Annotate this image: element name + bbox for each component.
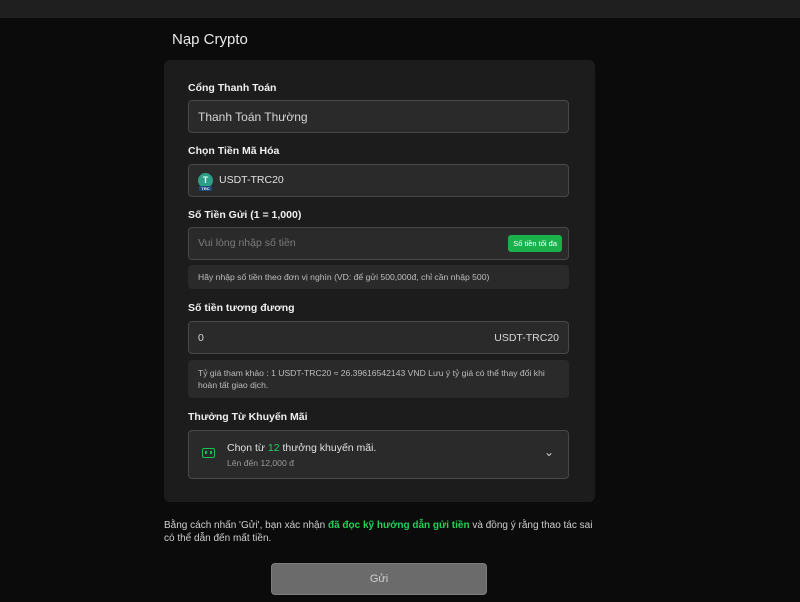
promo-text: Chọn từ 12 thưởng khuyến mãi. <box>227 442 377 454</box>
equivalent-currency: USDT-TRC20 <box>494 332 559 344</box>
exchange-rate-note: Tỷ giá tham khảo : 1 USDT-TRC20 ≈ 26.396… <box>188 360 569 398</box>
gateway-label: Cổng Thanh Toán <box>188 82 277 94</box>
coin-select[interactable]: T TRC USDT-TRC20 <box>188 164 569 197</box>
coin-value: USDT-TRC20 <box>219 174 284 186</box>
promo-count: 12 <box>267 442 280 454</box>
ticket-icon <box>202 448 215 458</box>
page-title: Nạp Crypto <box>172 31 248 48</box>
chevron-down-icon[interactable]: ⌄ <box>544 445 554 459</box>
amount-field[interactable]: Số tiền tối đa <box>188 227 569 260</box>
gateway-select[interactable]: Thanh Toán Thường <box>188 100 569 133</box>
amount-label: Số Tiền Gửi (1 = 1,000) <box>188 209 302 221</box>
equivalent-field: 0 USDT-TRC20 <box>188 321 569 354</box>
max-amount-button[interactable]: Số tiền tối đa <box>508 235 562 252</box>
deposit-guide-link[interactable]: đã đọc kỹ hướng dẫn gửi tiền <box>328 520 470 531</box>
promo-subtext: Lên đến 12,000 đ <box>227 458 294 468</box>
promo-label: Thưởng Từ Khuyến Mãi <box>188 411 308 423</box>
equivalent-label: Số tiền tương đương <box>188 302 295 314</box>
equivalent-value: 0 <box>198 332 204 344</box>
amount-input[interactable] <box>198 237 498 249</box>
consent-text: Bằng cách nhấn 'Gửi', bạn xác nhận đã đọ… <box>164 520 593 544</box>
deposit-form-card: Cổng Thanh Toán Thanh Toán Thường Chọn T… <box>164 60 595 502</box>
submit-button[interactable]: Gửi <box>271 563 487 595</box>
promo-select[interactable]: Chọn từ 12 thưởng khuyến mãi. Lên đến 12… <box>188 430 569 479</box>
usdt-coin-icon: T TRC <box>198 173 213 191</box>
coin-label: Chọn Tiền Mã Hóa <box>188 145 280 157</box>
amount-hint: Hãy nhập số tiền theo đơn vị nghìn (VD: … <box>188 265 569 289</box>
gateway-value: Thanh Toán Thường <box>198 110 308 124</box>
top-bar <box>0 0 800 18</box>
